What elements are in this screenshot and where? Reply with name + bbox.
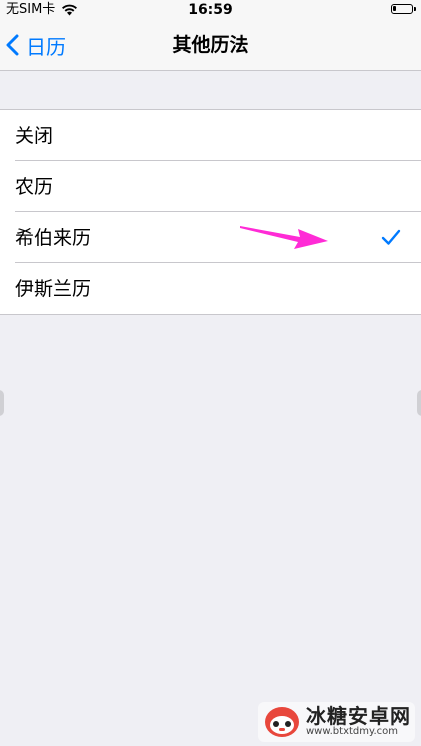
- watermark-title: 冰糖安卓网: [306, 704, 411, 729]
- option-row-off[interactable]: 关闭: [0, 110, 421, 161]
- battery-icon: [391, 4, 416, 14]
- option-row-lunar[interactable]: 农历: [0, 161, 421, 212]
- edge-handle-left: [0, 390, 4, 416]
- option-row-islamic[interactable]: 伊斯兰历: [0, 263, 421, 314]
- navigation-bar: 日历 其他历法: [0, 20, 421, 71]
- checkmark-icon: [381, 229, 401, 245]
- battery-level: [393, 6, 396, 11]
- option-row-hebrew[interactable]: 希伯来历: [0, 212, 421, 263]
- option-label: 关闭: [15, 125, 54, 147]
- status-bar: 无SIM卡 16:59: [0, 0, 421, 20]
- option-label: 伊斯兰历: [15, 278, 92, 300]
- watermark-url: www.btxtdmy.com: [306, 726, 399, 738]
- watermark: 冰糖安卓网 www.btxtdmy.com: [258, 702, 415, 742]
- option-label: 农历: [15, 176, 54, 198]
- calendar-options-list: 关闭 农历 希伯来历 伊斯兰历: [0, 109, 421, 315]
- annotation-arrow-icon: [240, 226, 328, 249]
- status-time: 16:59: [188, 2, 233, 18]
- edge-handle-right: [417, 390, 421, 416]
- option-label: 希伯来历: [15, 227, 92, 249]
- page-title: 其他历法: [172, 34, 249, 56]
- watermark-logo-icon: [265, 707, 299, 737]
- watermark-text: 冰糖安卓网 www.btxtdmy.com: [306, 706, 411, 738]
